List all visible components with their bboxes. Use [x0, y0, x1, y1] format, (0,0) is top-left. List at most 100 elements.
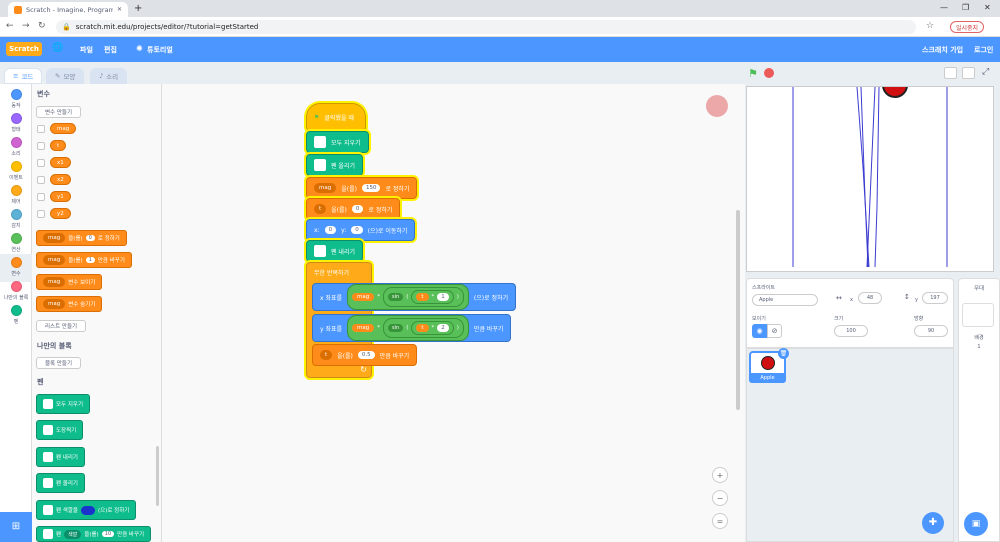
go-to-xy-block[interactable]: x: 0 y: 0 (으)로 이동하기: [306, 219, 416, 241]
change-t-block[interactable]: t 을(를) 0.5 만큼 바꾸기: [312, 344, 418, 366]
variable-checkbox[interactable]: [37, 193, 45, 201]
make-block-button[interactable]: 블록 만들기: [36, 357, 82, 369]
var-dropdown[interactable]: mag: [43, 255, 66, 265]
variable-reporter[interactable]: y2: [50, 208, 71, 219]
script-area[interactable]: [162, 84, 745, 542]
zoom-out-button[interactable]: −: [712, 490, 728, 506]
hide-eye-icon[interactable]: ⊘: [767, 324, 782, 338]
sin-function[interactable]: sin ( t * 1 ): [383, 287, 464, 307]
y-input[interactable]: 197: [922, 292, 948, 304]
set-x-block[interactable]: x 좌표를 mag * sin ( t * 1 ) (으)로 정하기: [312, 283, 517, 311]
close-window-button[interactable]: ✕: [984, 3, 991, 12]
function-dropdown[interactable]: sin: [388, 324, 404, 332]
color-swatch[interactable]: [81, 505, 95, 515]
palette-show-variable-block[interactable]: mag 변수 보이기: [36, 274, 103, 290]
palette-pen-down-block[interactable]: 펜 내리기: [36, 447, 85, 467]
set-t-block[interactable]: t 을(를) 0 로 정하기: [306, 198, 401, 220]
script-area-scrollbar[interactable]: [736, 210, 740, 410]
value-input[interactable]: 0: [85, 235, 95, 241]
variable-checkbox[interactable]: [37, 210, 45, 218]
variable-reporter[interactable]: x1: [50, 157, 71, 168]
pen-clear-block[interactable]: 모두 지우기: [306, 131, 369, 153]
value-input[interactable]: 10: [101, 531, 115, 537]
variable-reporter[interactable]: mag: [50, 123, 77, 134]
minimize-button[interactable]: —: [940, 3, 948, 12]
sprite-name-input[interactable]: Apple: [752, 294, 818, 306]
add-sprite-button[interactable]: ✚: [922, 512, 944, 534]
url-input[interactable]: 🔒 scratch.mit.edu/projects/editor/?tutor…: [56, 20, 916, 34]
trash-icon[interactable]: 🗑: [778, 348, 789, 359]
browser-tab[interactable]: Scratch - Imagine, Program, Sh ✕: [8, 2, 128, 17]
join-scratch-link[interactable]: 스크래치 가입: [922, 45, 963, 55]
function-dropdown[interactable]: sin: [388, 293, 404, 301]
menu-file[interactable]: 파일: [80, 45, 93, 55]
pen-up-block[interactable]: 펜 올리기: [306, 154, 363, 176]
x-input[interactable]: 0: [324, 226, 337, 234]
new-tab-button[interactable]: +: [134, 3, 142, 14]
variable-checkbox[interactable]: [37, 176, 45, 184]
large-stage-button[interactable]: [962, 67, 975, 79]
palette-pen-up-block[interactable]: 펜 올리기: [36, 473, 85, 493]
stop-button[interactable]: [764, 68, 774, 78]
menu-tutorials[interactable]: 튜토리얼: [147, 45, 173, 55]
bookmark-star-icon[interactable]: ☆: [926, 21, 934, 31]
stage-canvas[interactable]: [746, 86, 994, 272]
value-input[interactable]: 150: [361, 184, 381, 192]
palette-scrollbar[interactable]: [156, 446, 159, 506]
tab-code[interactable]: ≡ 코드: [4, 68, 43, 84]
zoom-in-button[interactable]: +: [712, 467, 728, 483]
x-input[interactable]: 48: [858, 292, 882, 304]
variable-checkbox[interactable]: [37, 125, 45, 133]
var-dropdown[interactable]: mag: [43, 299, 66, 309]
value-input[interactable]: 1: [85, 257, 95, 263]
y-input[interactable]: 0: [351, 226, 363, 234]
inner-multiply[interactable]: t * 1: [411, 290, 454, 304]
sign-in-link[interactable]: 로그인: [974, 45, 993, 55]
set-mag-block[interactable]: mag 을(를) 150 로 정하기: [306, 177, 418, 199]
when-flag-clicked-block[interactable]: ⚑ 클릭했을 때: [306, 103, 366, 131]
change-y-block[interactable]: y 좌표를 mag * sin ( t * 2 ) 만큼 바꾸기: [312, 314, 512, 342]
fullscreen-icon[interactable]: ⤢: [982, 67, 989, 77]
make-list-button[interactable]: 리스트 만들기: [36, 320, 87, 332]
palette-pen-change-block[interactable]: 펜 색깔 을(를) 10 만큼 바꾸기: [36, 526, 152, 542]
variable-reporter[interactable]: y1: [50, 191, 71, 202]
mag-reporter[interactable]: mag: [352, 324, 375, 332]
green-flag-button[interactable]: ⚑: [748, 67, 760, 80]
tab-close-icon[interactable]: ✕: [117, 6, 122, 13]
maximize-button[interactable]: ❐: [962, 3, 969, 12]
reload-icon[interactable]: ↻: [38, 21, 46, 31]
palette-pen-color-block[interactable]: 펜 색깔을 (으)로 정하기: [36, 500, 137, 520]
multiply-operator[interactable]: mag * sin ( t * 1 ): [347, 284, 469, 310]
t-reporter[interactable]: t: [416, 324, 429, 332]
globe-icon[interactable]: 🌐: [52, 43, 63, 53]
small-stage-button[interactable]: [944, 67, 957, 79]
size-input[interactable]: 100: [834, 325, 868, 337]
var-dropdown[interactable]: t: [314, 204, 327, 214]
make-variable-button[interactable]: 변수 만들기: [36, 106, 82, 118]
variable-reporter[interactable]: t: [50, 140, 67, 151]
tab-costumes[interactable]: ✎ 모양: [46, 68, 85, 84]
variable-reporter[interactable]: x2: [50, 174, 71, 185]
category-item[interactable]: 펜: [0, 302, 32, 330]
forward-arrow-icon[interactable]: →: [22, 21, 30, 31]
variable-checkbox[interactable]: [37, 159, 45, 167]
show-eye-icon[interactable]: ◉: [752, 324, 767, 338]
palette-pen-stamp-block[interactable]: 도장찍기: [36, 420, 84, 440]
backdrop-thumbnail[interactable]: [962, 303, 994, 327]
back-arrow-icon[interactable]: ←: [6, 21, 14, 31]
sin-function[interactable]: sin ( t * 2 ): [383, 318, 464, 338]
apple-sprite[interactable]: [882, 87, 908, 98]
add-extension-button[interactable]: ⊞: [0, 512, 32, 542]
t-reporter[interactable]: t: [416, 293, 429, 301]
paused-profile-button[interactable]: 일시중지: [950, 21, 985, 33]
multiply-operator[interactable]: mag * sin ( t * 2 ): [347, 315, 469, 341]
var-dropdown[interactable]: mag: [314, 183, 337, 193]
palette-set-variable-block[interactable]: mag 을(를) 0 로 정하기: [36, 230, 127, 246]
inner-multiply[interactable]: t * 2: [411, 321, 454, 335]
var-dropdown[interactable]: mag: [43, 233, 66, 243]
menu-edit[interactable]: 편집: [104, 45, 117, 55]
tab-sounds[interactable]: ♪ 소리: [90, 68, 128, 84]
palette-pen-clear-block[interactable]: 모두 지우기: [36, 394, 91, 414]
mag-reporter[interactable]: mag: [352, 293, 375, 301]
palette-change-variable-block[interactable]: mag 을(를) 1 만큼 바꾸기: [36, 252, 132, 268]
